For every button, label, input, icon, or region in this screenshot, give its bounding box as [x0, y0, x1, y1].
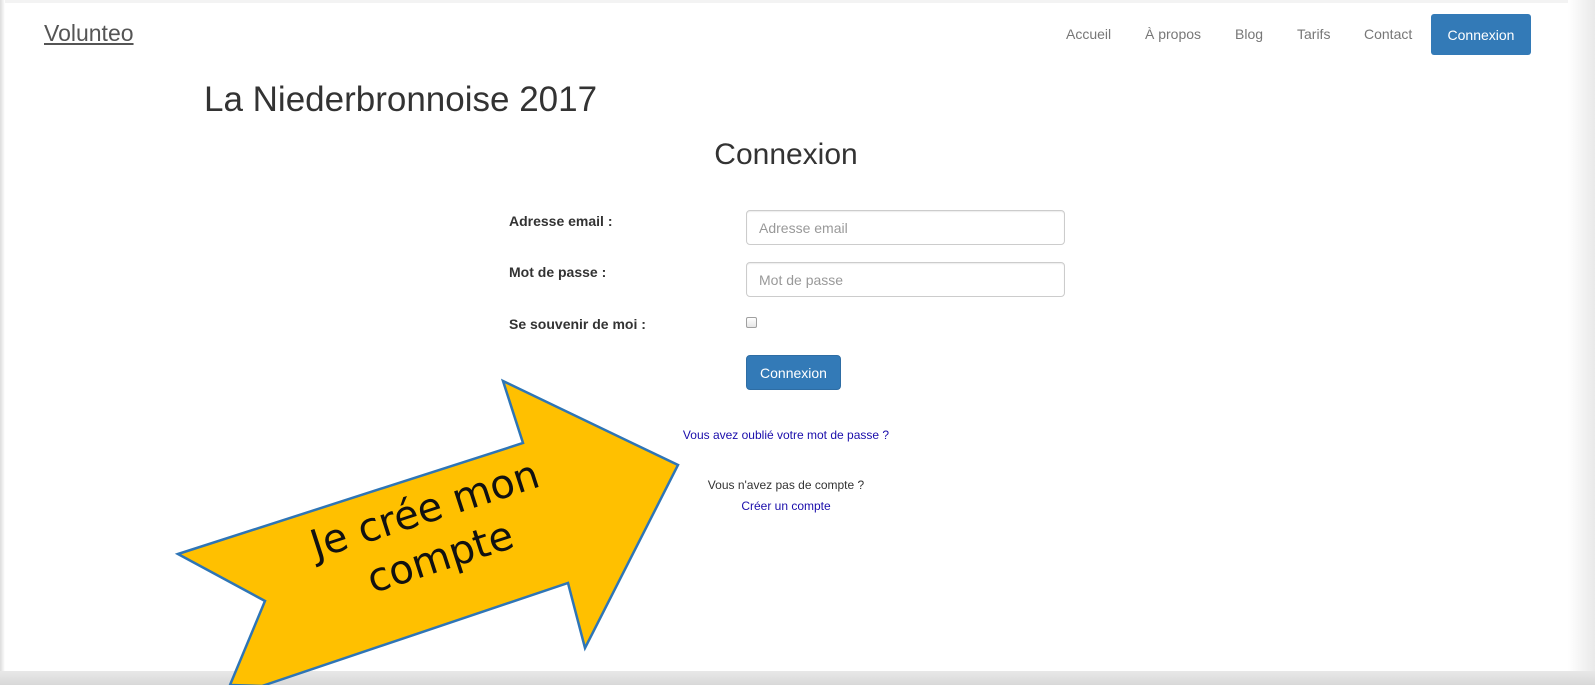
nav-item-accueil[interactable]: Accueil	[1066, 26, 1111, 42]
arrow-shape	[174, 378, 680, 685]
brand-link[interactable]: Volunteo	[44, 20, 134, 47]
password-input[interactable]	[746, 262, 1065, 297]
create-account-link[interactable]: Créer un compte	[0, 499, 1572, 513]
email-label: Adresse email :	[509, 213, 613, 229]
left-edge	[0, 0, 5, 685]
remember-checkbox[interactable]	[746, 317, 757, 328]
no-account-text: Vous n'avez pas de compte ?	[707, 478, 865, 492]
right-edge	[1568, 0, 1595, 685]
remember-label: Se souvenir de moi :	[509, 316, 646, 332]
nav-item-contact[interactable]: Contact	[1364, 26, 1412, 42]
callout-line-2: compte	[361, 512, 519, 602]
email-input[interactable]	[746, 210, 1065, 245]
top-strip	[0, 0, 1595, 3]
callout-text-group: Je crée mon compte	[302, 452, 545, 603]
nav-login-button[interactable]: Connexion	[1431, 14, 1531, 55]
page: Volunteo Accueil À propos Blog Tarifs Co…	[0, 0, 1595, 685]
login-submit-button[interactable]: Connexion	[746, 355, 841, 390]
bottom-strip	[0, 671, 1595, 685]
event-title: La Niederbronnoise 2017	[204, 80, 598, 119]
nav-item-a-propos[interactable]: À propos	[1145, 26, 1201, 42]
nav-item-tarifs[interactable]: Tarifs	[1297, 26, 1330, 42]
form-heading: Connexion	[714, 138, 858, 171]
forgot-password-link[interactable]: Vous avez oublié votre mot de passe ?	[0, 428, 1572, 442]
password-label: Mot de passe :	[509, 264, 607, 280]
nav-item-blog[interactable]: Blog	[1235, 26, 1263, 42]
